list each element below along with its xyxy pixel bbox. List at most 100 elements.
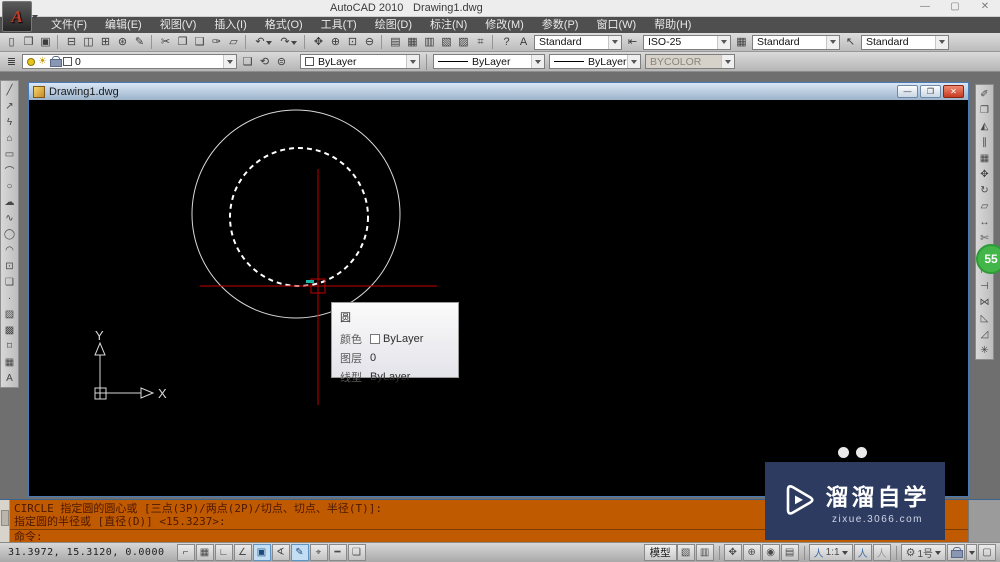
toolbar-3d-dwf[interactable]: ⊛ — [114, 34, 131, 50]
icon-dim-style[interactable]: ⇤ — [624, 34, 641, 50]
coordinates-readout[interactable]: 31.3972, 15.3120, 0.0000 — [0, 547, 177, 558]
toolbar-markup[interactable]: ✎ — [131, 34, 148, 50]
drawing-window-titlebar[interactable]: Drawing1.dwg — ❐ ✕ — [29, 83, 968, 100]
nav-zoom[interactable]: ⊕ — [742, 544, 761, 561]
quick-view-layouts[interactable]: ▧ — [676, 544, 695, 561]
toolbar-save[interactable]: ▣ — [37, 34, 54, 50]
toolbar-paste-clip[interactable]: ❑ — [191, 34, 208, 50]
modify-stretch[interactable]: ↔ — [976, 214, 993, 230]
toolbar-block-editor[interactable]: ▱ — [225, 34, 242, 50]
draw-hatch[interactable]: ▨ — [1, 306, 18, 322]
toolbar-plot[interactable]: ⊟ — [63, 34, 80, 50]
draw-polyline[interactable]: ϟ — [1, 114, 18, 130]
draw-region[interactable]: ⌑ — [1, 338, 18, 354]
draw-gradient[interactable]: ▩ — [1, 322, 18, 338]
combo-table-style[interactable]: Standard — [752, 34, 840, 50]
toolbar-separator[interactable] — [151, 35, 155, 49]
modify-offset[interactable]: ∥ — [976, 134, 993, 150]
toggle-ducs[interactable]: ✎ — [290, 544, 309, 561]
toolbar-pan-realtime[interactable]: ✥ — [310, 34, 327, 50]
window-maximize[interactable]: ▢ — [948, 1, 962, 12]
modify-mirror[interactable]: ◭ — [976, 118, 993, 134]
layer-freeze-sun-icon[interactable]: ☀ — [38, 56, 47, 67]
draw-construction-line[interactable]: ↗ — [1, 98, 18, 114]
chevron-down-icon[interactable] — [935, 35, 948, 49]
command-window-grip[interactable] — [968, 500, 1000, 543]
toggle-dyn[interactable]: ⌖ — [309, 544, 328, 561]
workspace-switching-button[interactable]: ⚙ 1号 — [900, 544, 946, 561]
menu-window[interactable]: 窗口(W) — [587, 17, 645, 33]
draw-table[interactable]: ▦ — [1, 354, 18, 370]
draw-ellipse-arc[interactable]: ◠ — [1, 242, 18, 258]
combo-multileader-style[interactable]: Standard — [861, 34, 949, 50]
color-combo[interactable]: ByLayer — [300, 54, 420, 69]
toggle-snap[interactable]: ⌐ — [176, 544, 195, 561]
nav-showmotion[interactable]: ▤ — [780, 544, 799, 561]
toggle-otrack[interactable]: ∢ — [271, 544, 290, 561]
modify-join[interactable]: ⋈ — [976, 294, 993, 310]
layer-tool-make-object-layer-current[interactable]: ❏ — [239, 54, 256, 70]
toolbar-quickcalc[interactable]: ⌗ — [472, 34, 489, 50]
quick-view-drawings[interactable]: ▥ — [695, 544, 714, 561]
layer-tool-layer-states[interactable]: ⊜ — [273, 54, 290, 70]
draw-multiline-text[interactable]: A — [1, 370, 18, 386]
chevron-down-icon[interactable] — [608, 35, 621, 49]
toggle-lwt[interactable]: ━ — [328, 544, 347, 561]
icon-multileader-style[interactable]: ↖ — [842, 34, 859, 50]
drawing-canvas[interactable]: Y X 圆 颜色 ByLayer 图层 0 线型 ByLayer — [29, 100, 968, 496]
icon-table-style[interactable]: ▦ — [733, 34, 750, 50]
toggle-osnap[interactable]: ▣ — [252, 544, 271, 561]
layer-properties-manager-button[interactable]: ≣ — [3, 54, 20, 70]
combo-dim-style[interactable]: ISO-25 — [643, 34, 731, 50]
clean-screen-button[interactable]: ▢ — [978, 544, 996, 561]
draw-revision-cloud[interactable]: ☁ — [1, 194, 18, 210]
menu-file[interactable]: 文件(F) — [42, 17, 96, 33]
toolbar-undo[interactable]: ↶ — [251, 34, 276, 50]
toolbar-separator[interactable] — [381, 35, 385, 49]
linetype-combo[interactable]: ByLayer — [433, 54, 545, 69]
command-scrollbar[interactable] — [0, 500, 10, 543]
overlay-badge[interactable]: 55 — [976, 244, 1000, 274]
toolbar-plot-preview[interactable]: ◫ — [80, 34, 97, 50]
toolbar-separator[interactable] — [245, 35, 249, 49]
toolbar-zoom-window[interactable]: ⊡ — [344, 34, 361, 50]
chevron-down-icon[interactable] — [406, 55, 419, 68]
modify-move[interactable]: ✥ — [976, 166, 993, 182]
chevron-down-icon[interactable] — [717, 35, 730, 49]
annotation-scale-button[interactable]: 人 1:1 — [808, 544, 853, 561]
toolbar-tool-palettes[interactable]: ▥ — [421, 34, 438, 50]
draw-arc[interactable]: ⌒ — [1, 162, 18, 178]
modify-erase[interactable]: ✐ — [976, 86, 993, 102]
layer-on-bulb-icon[interactable] — [27, 57, 35, 66]
chevron-down-icon[interactable] — [627, 55, 640, 68]
layer-tool-layer-previous[interactable]: ⟲ — [256, 54, 273, 70]
draw-circle[interactable]: ○ — [1, 178, 18, 194]
menu-insert[interactable]: 插入(I) — [205, 17, 255, 33]
toggle-grid[interactable]: ▦ — [195, 544, 214, 561]
annotation-autoscale-button[interactable]: 人 — [872, 544, 891, 561]
toolbar-help[interactable]: ? — [498, 34, 515, 50]
layer-lock-icon[interactable] — [49, 56, 62, 67]
scrollbar-thumb[interactable] — [1, 510, 9, 526]
modify-explode[interactable]: ✳ — [976, 342, 993, 358]
drawing-window-close[interactable]: ✕ — [943, 85, 964, 98]
toolbar-cut[interactable]: ✂ — [157, 34, 174, 50]
toolbar-match-properties[interactable]: ✑ — [208, 34, 225, 50]
drawing-window-minimize[interactable]: — — [897, 85, 918, 98]
toolbar-zoom-realtime[interactable]: ⊕ — [327, 34, 344, 50]
inner-circle-selected[interactable] — [229, 147, 369, 287]
chevron-down-icon[interactable] — [826, 35, 839, 49]
modify-chamfer[interactable]: ◺ — [976, 310, 993, 326]
modify-break[interactable]: ⊣ — [976, 278, 993, 294]
toolbar-designcenter[interactable]: ▦ — [404, 34, 421, 50]
draw-point[interactable]: · — [1, 290, 18, 306]
toolbar-open[interactable]: ❒ — [20, 34, 37, 50]
modify-array[interactable]: ▦ — [976, 150, 993, 166]
toolbar-lock-button[interactable] — [947, 544, 965, 561]
nav-steering-wheel[interactable]: ◉ — [761, 544, 780, 561]
draw-polygon[interactable]: ⌂ — [1, 130, 18, 146]
toolbar-qnew[interactable]: ▯ — [3, 34, 20, 50]
model-space-button[interactable]: 模型 — [643, 544, 677, 561]
draw-make-block[interactable]: ❑ — [1, 274, 18, 290]
annotation-visibility-button[interactable]: 人 — [853, 544, 872, 561]
